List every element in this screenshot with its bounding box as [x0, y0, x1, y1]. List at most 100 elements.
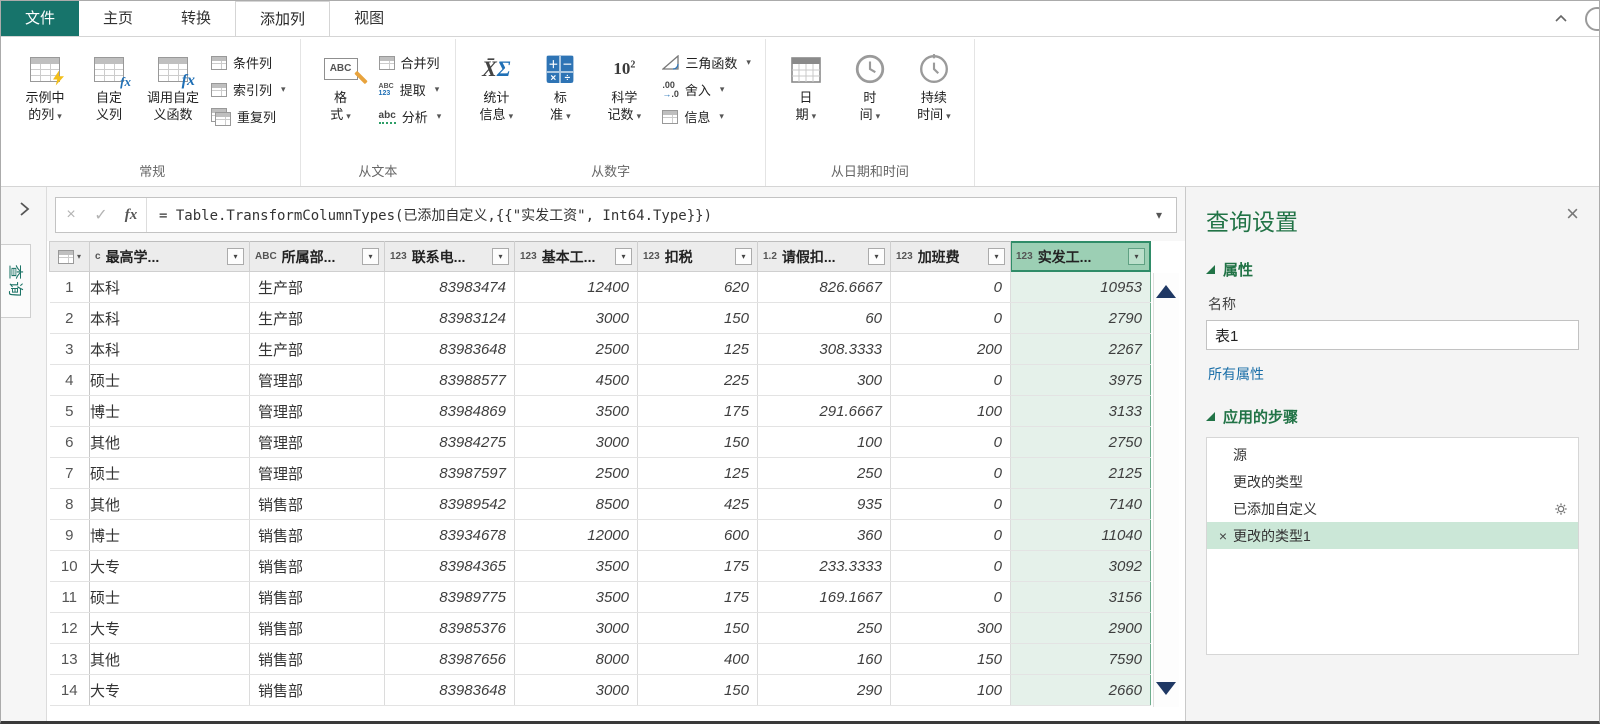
grid-cell[interactable]: 硕士 — [89, 581, 250, 613]
grid-cell[interactable]: 150 — [890, 643, 1011, 675]
grid-cell[interactable]: 0 — [890, 364, 1011, 396]
grid-cell[interactable]: 175 — [637, 581, 758, 613]
rounding-button[interactable]: .00 →.0 舍入 ▾ — [662, 80, 751, 99]
all-properties-link[interactable]: 所有属性 — [1208, 364, 1579, 384]
grid-cell[interactable]: 2125 — [1010, 457, 1151, 489]
grid-cell[interactable]: 销售部 — [249, 488, 385, 520]
grid-cell[interactable]: 本科 — [89, 271, 250, 303]
formula-expand-icon[interactable]: ▾ — [1142, 208, 1176, 222]
grid-cell[interactable]: 其他 — [89, 488, 250, 520]
step-changed-type[interactable]: 更改的类型 — [1207, 468, 1578, 495]
grid-cell[interactable]: 3500 — [514, 395, 638, 427]
column-header-base-salary[interactable]: 123 基本工... ▾ — [514, 241, 638, 272]
grid-cell[interactable]: 83984275 — [384, 426, 515, 458]
collapse-ribbon-icon[interactable] — [1553, 11, 1569, 27]
query-name-input[interactable] — [1206, 320, 1579, 350]
grid-cell[interactable]: 3133 — [1010, 395, 1151, 427]
grid-cell[interactable]: 博士 — [89, 395, 250, 427]
grid-cell[interactable]: 83934678 — [384, 519, 515, 551]
tab-file[interactable]: 文件 — [1, 1, 80, 36]
tab-add-column[interactable]: 添加列 — [235, 1, 331, 36]
grid-cell[interactable]: 100 — [890, 395, 1011, 427]
grid-cell[interactable]: 150 — [637, 302, 758, 334]
grid-cell[interactable]: 8500 — [514, 488, 638, 520]
row-number[interactable]: 14 — [49, 674, 90, 706]
grid-cell[interactable]: 60 — [757, 302, 891, 334]
commit-formula-icon[interactable]: ✓ — [86, 205, 116, 225]
formula-input[interactable]: = Table.TransformColumnTypes(已添加自定义,{{"实… — [147, 205, 1142, 225]
grid-cell[interactable]: 大专 — [89, 674, 250, 706]
tab-transform[interactable]: 转换 — [157, 1, 235, 36]
row-number[interactable]: 2 — [49, 302, 90, 334]
grid-cell[interactable]: 83985376 — [384, 612, 515, 644]
cancel-formula-icon[interactable]: × — [56, 206, 86, 224]
grid-cell[interactable]: 600 — [637, 519, 758, 551]
date-button[interactable]: 日 期 ▾ — [774, 45, 838, 127]
grid-cell[interactable]: 83983474 — [384, 271, 515, 303]
scroll-down-icon[interactable] — [1156, 682, 1176, 695]
grid-cell[interactable]: 大专 — [89, 612, 250, 644]
grid-cell[interactable]: 销售部 — [249, 550, 385, 582]
step-source[interactable]: 源 — [1207, 441, 1578, 468]
column-header-education[interactable]: c 最高学... ▾ — [89, 241, 250, 272]
column-header-overtime[interactable]: 123 加班费 ▾ — [890, 241, 1011, 272]
grid-cell[interactable]: 3975 — [1010, 364, 1151, 396]
grid-cell[interactable]: 0 — [890, 581, 1011, 613]
row-number[interactable]: 10 — [49, 550, 90, 582]
grid-cell[interactable]: 150 — [637, 674, 758, 706]
grid-cell[interactable]: 0 — [890, 271, 1011, 303]
statistics-button[interactable]: X̄Σ 统计 信息 ▾ — [464, 45, 528, 127]
grid-cell[interactable]: 425 — [637, 488, 758, 520]
grid-cell[interactable]: 生产部 — [249, 271, 385, 303]
grid-cell[interactable]: 83989775 — [384, 581, 515, 613]
close-panel-icon[interactable]: × — [1566, 203, 1579, 225]
grid-cell[interactable]: 硕士 — [89, 457, 250, 489]
grid-cell[interactable]: 0 — [890, 488, 1011, 520]
grid-cell[interactable]: 3500 — [514, 581, 638, 613]
grid-cell[interactable]: 225 — [637, 364, 758, 396]
grid-cell[interactable]: 250 — [757, 457, 891, 489]
grid-cell[interactable]: 12000 — [514, 519, 638, 551]
grid-cell[interactable]: 0 — [890, 519, 1011, 551]
row-number[interactable]: 4 — [49, 364, 90, 396]
grid-cell[interactable]: 销售部 — [249, 643, 385, 675]
grid-cell[interactable]: 其他 — [89, 643, 250, 675]
filter-icon[interactable]: ▾ — [735, 248, 752, 265]
filter-icon[interactable]: ▾ — [227, 248, 244, 265]
row-number[interactable]: 11 — [49, 581, 90, 613]
grid-cell[interactable]: 11040 — [1010, 519, 1151, 551]
grid-cell[interactable]: 其他 — [89, 426, 250, 458]
filter-icon[interactable]: ▾ — [362, 248, 379, 265]
grid-cell[interactable]: 291.6667 — [757, 395, 891, 427]
row-number[interactable]: 7 — [49, 457, 90, 489]
grid-cell[interactable]: 2790 — [1010, 302, 1151, 334]
grid-cell[interactable]: 935 — [757, 488, 891, 520]
queries-vertical-tab[interactable]: 查询 — [1, 244, 31, 318]
grid-cell[interactable]: 150 — [637, 426, 758, 458]
grid-cell[interactable]: 2500 — [514, 333, 638, 365]
select-all-corner[interactable]: ▾ — [49, 241, 90, 272]
grid-cell[interactable]: 233.3333 — [757, 550, 891, 582]
grid-cell[interactable]: 3000 — [514, 302, 638, 334]
information-button[interactable]: 信息 ▾ — [662, 107, 751, 126]
column-header-phone[interactable]: 123 联系电... ▾ — [384, 241, 515, 272]
grid-cell[interactable]: 150 — [637, 612, 758, 644]
row-number[interactable]: 8 — [49, 488, 90, 520]
conditional-column-button[interactable]: 条件列 — [211, 53, 286, 72]
grid-cell[interactable]: 250 — [757, 612, 891, 644]
column-header-department[interactable]: ABC 所属部... ▾ — [249, 241, 385, 272]
time-button[interactable]: 时 间 ▾ — [838, 45, 902, 127]
column-header-tax[interactable]: 123 扣税 ▾ — [637, 241, 758, 272]
grid-cell[interactable]: 360 — [757, 519, 891, 551]
grid-cell[interactable]: 7140 — [1010, 488, 1151, 520]
filter-icon[interactable]: ▾ — [988, 248, 1005, 265]
grid-cell[interactable]: 300 — [757, 364, 891, 396]
grid-cell[interactable]: 175 — [637, 395, 758, 427]
scroll-up-icon[interactable] — [1156, 285, 1176, 298]
grid-cell[interactable]: 400 — [637, 643, 758, 675]
tab-home[interactable]: 主页 — [79, 1, 157, 36]
custom-column-button[interactable]: fx 自定 义列 — [77, 45, 141, 125]
grid-cell[interactable]: 83983124 — [384, 302, 515, 334]
grid-cell[interactable]: 620 — [637, 271, 758, 303]
grid-cell[interactable]: 2500 — [514, 457, 638, 489]
